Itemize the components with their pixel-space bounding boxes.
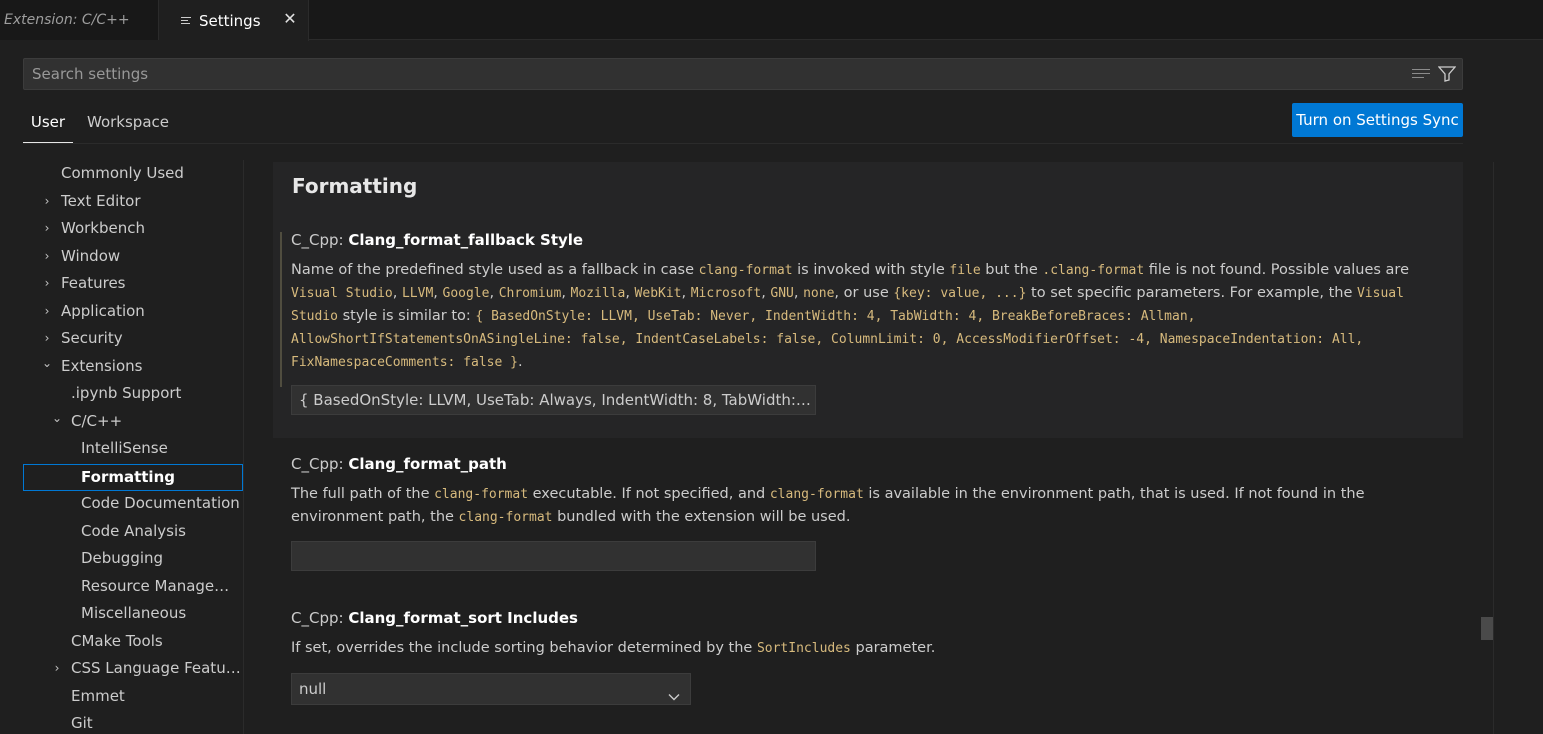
- scope-divider: [23, 143, 1463, 144]
- chevron-down-icon: [668, 683, 680, 701]
- setting-title: C_Cpp: Clang_format_fallback Style: [291, 231, 584, 249]
- toc-item-ipynb-support[interactable]: .ipynb Support: [23, 380, 243, 407]
- toc-item-formatting[interactable]: Formatting: [23, 464, 243, 491]
- settings-editor-icon: [181, 15, 191, 26]
- chevron-right-icon: ›: [54, 661, 60, 675]
- toc-item-application[interactable]: › Application: [23, 298, 243, 325]
- chevron-down-icon: ⌄: [41, 356, 53, 370]
- close-icon[interactable]: ✕: [282, 11, 298, 27]
- toc-item-debugging[interactable]: Debugging: [23, 545, 243, 572]
- sort-includes-select[interactable]: null: [291, 673, 691, 705]
- toc-item-extensions[interactable]: ⌄ Extensions: [23, 353, 243, 380]
- toc-item-commonly-used[interactable]: Commonly Used: [23, 160, 243, 187]
- toc-item-intellisense[interactable]: IntelliSense: [23, 435, 243, 462]
- setting-description: Name of the predefined style used as a f…: [291, 262, 1410, 370]
- tab-extension-cpp[interactable]: Extension: C/C++: [0, 0, 159, 40]
- toc-item-code-documentation[interactable]: Code Documentation: [23, 490, 243, 517]
- chevron-right-icon: ›: [44, 221, 50, 235]
- toc-item-cmake-tools[interactable]: CMake Tools: [23, 628, 243, 655]
- setting-description: If set, overrides the include sorting be…: [291, 640, 936, 656]
- tab-settings[interactable]: Settings ✕: [159, 0, 309, 41]
- section-title: Formatting: [292, 174, 418, 198]
- fallback-style-input[interactable]: { BasedOnStyle: LLVM, UseTab: Always, In…: [291, 385, 816, 415]
- sort-includes-value: null: [299, 680, 327, 698]
- setting-clang-format-sort-includes: C_Cpp: Clang_format_sort Includes If set…: [273, 592, 1463, 734]
- focus-indicator: [280, 232, 282, 387]
- chevron-right-icon: ›: [44, 249, 50, 263]
- search-input[interactable]: [24, 59, 1462, 89]
- clear-filter-icon[interactable]: [1412, 69, 1430, 81]
- setting-title: C_Cpp: Clang_format_path: [291, 455, 507, 473]
- toc-item-features[interactable]: › Features: [23, 270, 243, 297]
- search-settings-box: [23, 58, 1463, 90]
- toc-item-miscellaneous[interactable]: Miscellaneous: [23, 600, 243, 627]
- filter-icon[interactable]: [1437, 66, 1457, 82]
- toc-item-code-analysis[interactable]: Code Analysis: [23, 518, 243, 545]
- settings-sync-button[interactable]: Turn on Settings Sync: [1292, 103, 1463, 137]
- toc-item-security[interactable]: › Security: [23, 325, 243, 352]
- toc-item-git[interactable]: Git: [23, 710, 243, 734]
- setting-clang-format-fallback-style: C_Cpp: Clang_format_fallback Style Name …: [273, 214, 1463, 438]
- toc-item-window[interactable]: › Window: [23, 243, 243, 270]
- chevron-down-icon: ⌄: [51, 411, 63, 425]
- toc-item-resource-management[interactable]: Resource Management: [23, 573, 243, 600]
- chevron-right-icon: ›: [44, 194, 50, 208]
- tab-extension-label: Extension: C/C++: [4, 12, 130, 28]
- chevron-right-icon: ›: [44, 304, 50, 318]
- tab-settings-label: Settings: [199, 11, 261, 30]
- toc-item-emmet[interactable]: Emmet: [23, 683, 243, 710]
- editor-tab-bar: Extension: C/C++ Settings ✕: [0, 0, 1543, 41]
- toc-item-css-language-features[interactable]: › CSS Language Features: [23, 655, 243, 682]
- section-header: Formatting: [273, 162, 1463, 214]
- toc-item-text-editor[interactable]: › Text Editor: [23, 188, 243, 215]
- setting-title: C_Cpp: Clang_format_sort Includes: [291, 609, 578, 627]
- clang-format-path-input[interactable]: [291, 541, 816, 571]
- tab-workspace-scope[interactable]: Workspace: [87, 113, 169, 143]
- chevron-right-icon: ›: [44, 276, 50, 290]
- tab-user-scope[interactable]: User: [23, 113, 73, 143]
- setting-description: The full path of the clang-format execut…: [291, 486, 1365, 525]
- scrollbar-thumb[interactable]: [1481, 617, 1493, 640]
- toc-divider: [243, 160, 244, 734]
- scrollbar-track: [1493, 162, 1494, 734]
- setting-clang-format-path: C_Cpp: Clang_format_path The full path o…: [273, 438, 1463, 588]
- settings-toc: Commonly Used › Text Editor › Workbench › W…: [23, 160, 243, 734]
- toc-item-workbench[interactable]: › Workbench: [23, 215, 243, 242]
- toc-item-cpp[interactable]: ⌄ C/C++: [23, 408, 243, 435]
- chevron-right-icon: ›: [44, 331, 50, 345]
